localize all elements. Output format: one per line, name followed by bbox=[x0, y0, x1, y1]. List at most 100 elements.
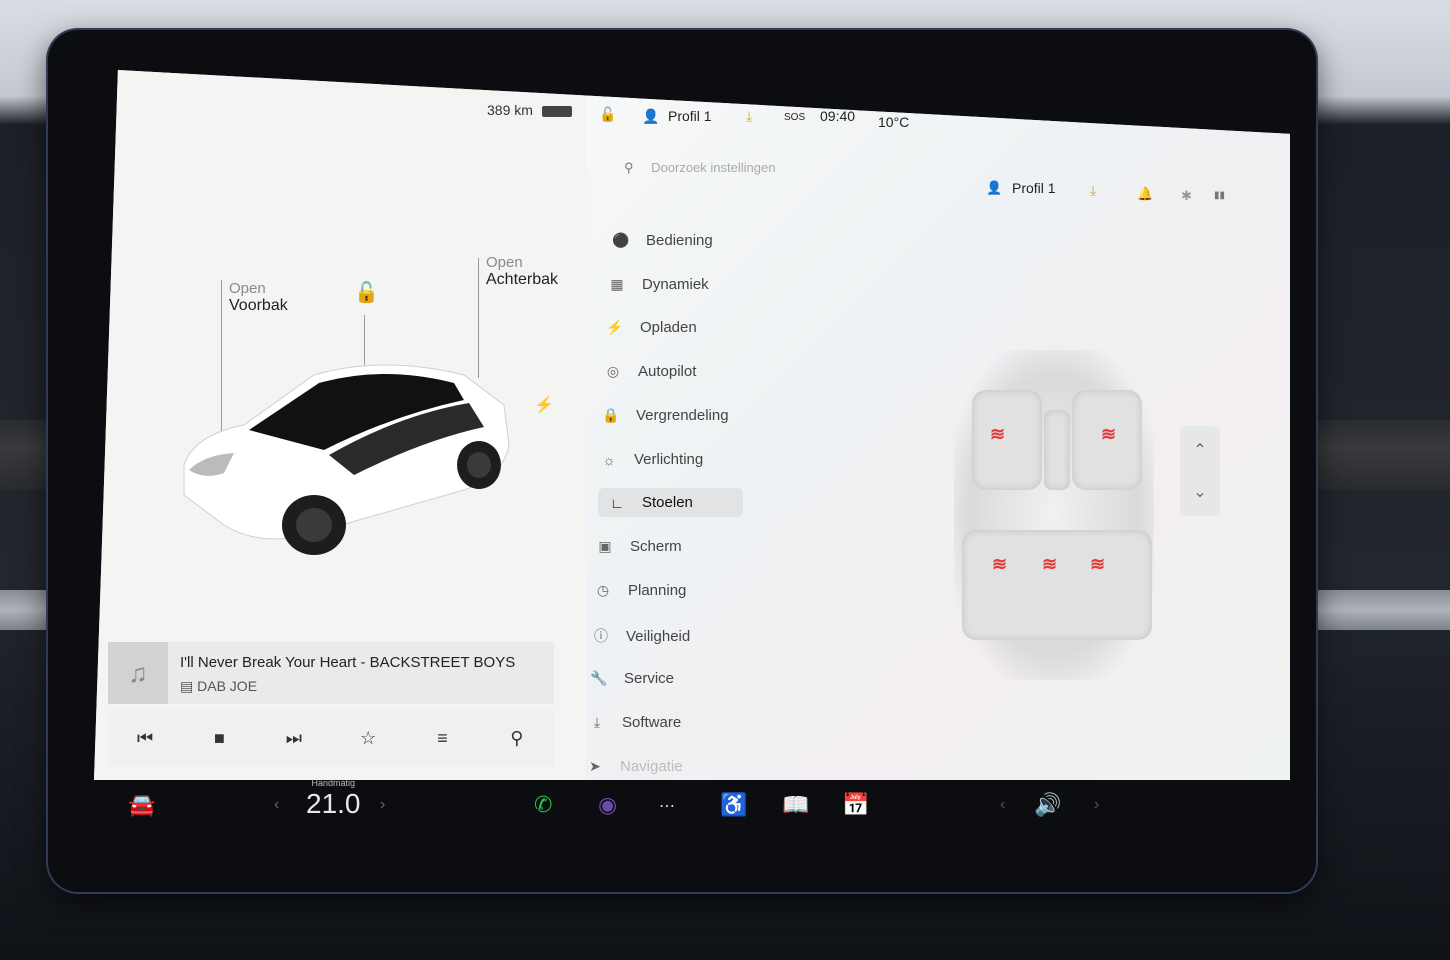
menu-label: Vergrendeling bbox=[636, 407, 729, 424]
rear-bench bbox=[962, 530, 1152, 640]
menu-label: Veiligheid bbox=[626, 627, 691, 645]
menu-item-stoelen[interactable]: ∟ Stoelen bbox=[598, 488, 743, 517]
seat-scroll-controls: ⌃ ⌄ bbox=[1180, 426, 1220, 516]
heat-icon-passenger[interactable]: ≋ bbox=[1101, 424, 1116, 445]
download-icon-small[interactable]: ⤓ bbox=[1090, 182, 1096, 199]
settings-panel bbox=[586, 70, 1290, 780]
search-icon[interactable]: ⚲ bbox=[497, 728, 537, 749]
trunk-label: Achterbak bbox=[486, 271, 559, 288]
media-controls: ⏮ ■ ⏭ ☆ ≡ ⚲ bbox=[108, 710, 554, 766]
temp-decrease-chevron-icon[interactable]: ‹ bbox=[274, 796, 279, 814]
trunk-action: Open bbox=[486, 254, 523, 271]
frunk-label: Voorbak bbox=[229, 297, 288, 314]
heat-icon-driver[interactable]: ≋ bbox=[990, 424, 1005, 445]
heat-icon-rear-left[interactable]: ≋ bbox=[992, 554, 1007, 575]
screen-icon: ▣ bbox=[598, 538, 612, 554]
volume-icon[interactable]: 🔊 bbox=[1034, 792, 1061, 818]
range-readout: 389 km bbox=[487, 102, 533, 118]
menu-item-scherm[interactable]: ▣ Scherm bbox=[596, 538, 682, 555]
download-arrow-icon: ⤓ bbox=[593, 714, 601, 730]
volume-up-chevron-icon[interactable]: › bbox=[1094, 796, 1099, 814]
profile-icon-small[interactable]: 👤 bbox=[986, 180, 1002, 196]
menu-item-bediening[interactable]: ⚫ Bediening bbox=[612, 232, 713, 249]
climate-control[interactable]: Handmatig 21.0 bbox=[306, 778, 361, 820]
light-bulb-icon: ☼ bbox=[602, 451, 616, 468]
sos-label[interactable]: SOS bbox=[784, 112, 805, 123]
menu-item-autopilot[interactable]: ◎ Autopilot bbox=[604, 363, 696, 380]
menu-label: Software bbox=[622, 714, 682, 731]
menu-item-dynamiek[interactable]: ▦ Dynamiek bbox=[608, 276, 709, 293]
heat-icon-rear-center[interactable]: ≋ bbox=[1042, 554, 1057, 575]
navigation-arrow-icon: ➤ bbox=[589, 758, 601, 774]
menu-label: Opladen bbox=[640, 319, 697, 336]
trunk-callout[interactable]: Open Achterbak bbox=[486, 254, 558, 289]
lock-open-icon[interactable]: 🔓 bbox=[354, 280, 379, 305]
wrench-icon: 🔧 bbox=[590, 670, 608, 686]
menu-item-opladen[interactable]: ⚡ Opladen bbox=[606, 319, 697, 336]
lock-icon: 🔒 bbox=[602, 407, 620, 423]
menu-item-service[interactable]: 🔧 Service bbox=[590, 670, 674, 687]
music-note-icon: ♫ bbox=[108, 642, 168, 704]
media-player[interactable]: ♫ I'll Never Break Your Heart - BACKSTRE… bbox=[108, 642, 554, 704]
owners-manual-icon[interactable]: 📖 bbox=[782, 792, 809, 818]
menu-label: Service bbox=[624, 670, 675, 687]
previous-track-icon[interactable]: ⏮ bbox=[125, 728, 165, 749]
seat-driver[interactable] bbox=[972, 390, 1042, 490]
menu-item-vergrendeling[interactable]: 🔒 Vergrendeling bbox=[602, 407, 729, 424]
profile-icon[interactable]: 👤 bbox=[642, 108, 659, 125]
favorite-star-icon[interactable]: ☆ bbox=[348, 728, 388, 749]
menu-label: Stoelen bbox=[642, 494, 693, 511]
lock-status-icon[interactable]: 🔓 bbox=[599, 106, 616, 123]
song-title: I'll Never Break Your Heart - BACKSTREET… bbox=[180, 654, 516, 671]
profile-name[interactable]: Profil 1 bbox=[668, 108, 712, 124]
settings-search[interactable]: ⚲ Doorzoek instellingen bbox=[624, 160, 775, 176]
outside-temp: 10°C bbox=[878, 114, 910, 130]
frunk-callout[interactable]: Open Voorbak bbox=[229, 280, 288, 315]
bluetooth-icon[interactable]: ✱ bbox=[1181, 188, 1192, 204]
phone-icon[interactable]: ✆ bbox=[534, 792, 552, 818]
calendar-icon[interactable]: 📅 bbox=[842, 792, 869, 818]
chevron-down-icon[interactable]: ⌄ bbox=[1180, 482, 1220, 502]
notification-bell-icon[interactable]: 🔔 bbox=[1137, 186, 1153, 202]
climate-temperature: 21.0 bbox=[306, 788, 361, 819]
volume-down-chevron-icon[interactable]: ‹ bbox=[1000, 796, 1005, 814]
frunk-action: Open bbox=[229, 280, 266, 297]
menu-item-verlichting[interactable]: ☼ Verlichting bbox=[600, 451, 704, 468]
car-panel: 389 km Open Voorbak 🔓 Open Achterbak ⚡ ♫ bbox=[94, 70, 586, 780]
temp-increase-chevron-icon[interactable]: › bbox=[380, 796, 385, 814]
car-icon[interactable]: 🚘 bbox=[128, 792, 155, 818]
toggle-icon: ⚫ bbox=[612, 232, 630, 248]
menu-label: Navigatie bbox=[620, 758, 683, 775]
climate-mode: Handmatig bbox=[311, 778, 356, 788]
menu-item-software[interactable]: ⤓ Software bbox=[588, 714, 681, 731]
download-icon[interactable]: ⤓ bbox=[746, 108, 752, 125]
menu-item-planning[interactable]: ◷ Planning bbox=[594, 582, 687, 599]
equalizer-icon[interactable]: ≡ bbox=[422, 728, 462, 749]
search-placeholder: Doorzoek instellingen bbox=[651, 160, 776, 175]
menu-label: Verlichting bbox=[634, 451, 704, 468]
menu-item-navigatie[interactable]: ➤ Navigatie bbox=[586, 758, 683, 775]
settings-profile-name[interactable]: Profil 1 bbox=[1012, 180, 1056, 196]
radio-station: ▤ DAB JOE bbox=[180, 678, 257, 695]
lte-signal-icon: ▮▮ bbox=[1214, 190, 1226, 201]
heat-icon-rear-right[interactable]: ≋ bbox=[1090, 554, 1105, 575]
menu-label: Scherm bbox=[630, 538, 682, 555]
menu-label: Dynamiek bbox=[642, 276, 709, 293]
charge-bolt-icon[interactable]: ⚡ bbox=[534, 395, 554, 415]
next-track-icon[interactable]: ⏭ bbox=[274, 728, 314, 749]
menu-item-veiligheid[interactable]: ⓘ Veiligheid bbox=[592, 626, 690, 646]
info-circle-icon: ⓘ bbox=[594, 628, 608, 644]
station-name: DAB JOE bbox=[197, 678, 258, 694]
stop-icon[interactable]: ■ bbox=[199, 728, 239, 749]
steering-wheel-icon: ◎ bbox=[606, 363, 620, 379]
center-console bbox=[1044, 410, 1070, 490]
menu-label: Autopilot bbox=[638, 363, 697, 380]
joystick-icon[interactable]: ♿ bbox=[720, 792, 747, 818]
more-apps-icon[interactable]: ⋯ bbox=[659, 796, 675, 816]
radio-icon: ▤ bbox=[180, 678, 194, 694]
seat-icon: ∟ bbox=[610, 494, 624, 511]
chevron-up-icon[interactable]: ⌃ bbox=[1180, 440, 1220, 460]
menu-label: Bediening bbox=[646, 232, 713, 249]
battery-icon bbox=[542, 106, 572, 117]
camera-icon[interactable]: ◉ bbox=[598, 792, 617, 818]
